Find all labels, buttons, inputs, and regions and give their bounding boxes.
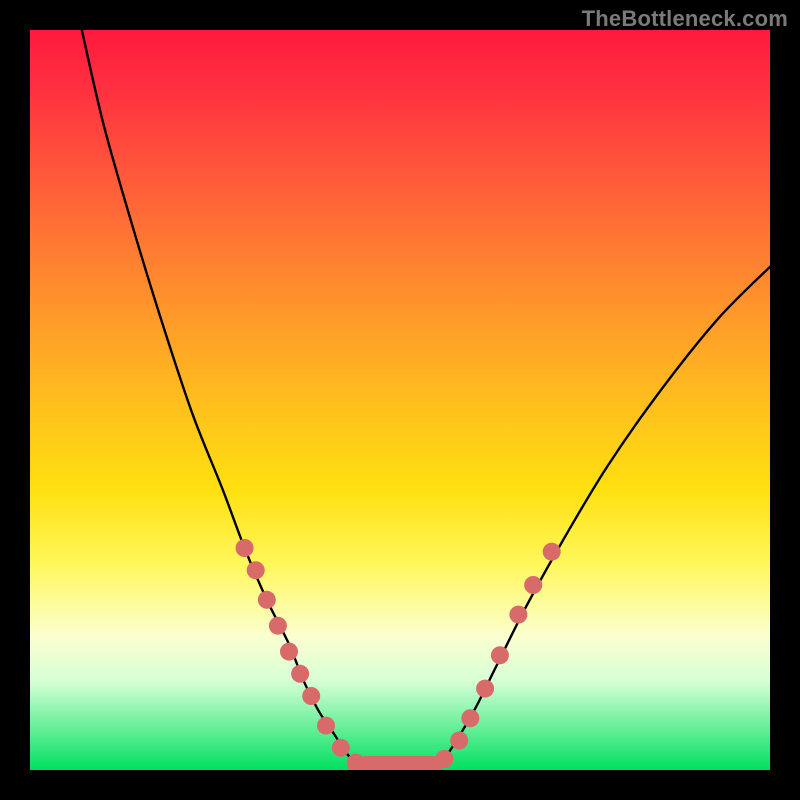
marker-left — [317, 717, 335, 735]
marker-right — [450, 731, 468, 749]
marker-right — [476, 680, 494, 698]
marker-right — [543, 543, 561, 561]
marker-right — [524, 576, 542, 594]
marker-left — [258, 591, 276, 609]
curve-layer — [82, 30, 770, 770]
marker-left — [269, 617, 287, 635]
watermark-text: TheBottleneck.com — [582, 6, 788, 32]
marker-left — [236, 539, 254, 557]
marker-left — [247, 561, 265, 579]
plot-area — [30, 30, 770, 770]
curve-left-branch — [82, 30, 363, 770]
chart-frame: TheBottleneck.com — [0, 0, 800, 800]
chart-svg — [30, 30, 770, 770]
marker-layer — [236, 539, 561, 770]
marker-left — [291, 665, 309, 683]
marker-right — [461, 709, 479, 727]
marker-right — [491, 646, 509, 664]
marker-left — [302, 687, 320, 705]
marker-left — [280, 643, 298, 661]
marker-left — [332, 739, 350, 757]
marker-right — [435, 750, 453, 768]
marker-right — [509, 606, 527, 624]
